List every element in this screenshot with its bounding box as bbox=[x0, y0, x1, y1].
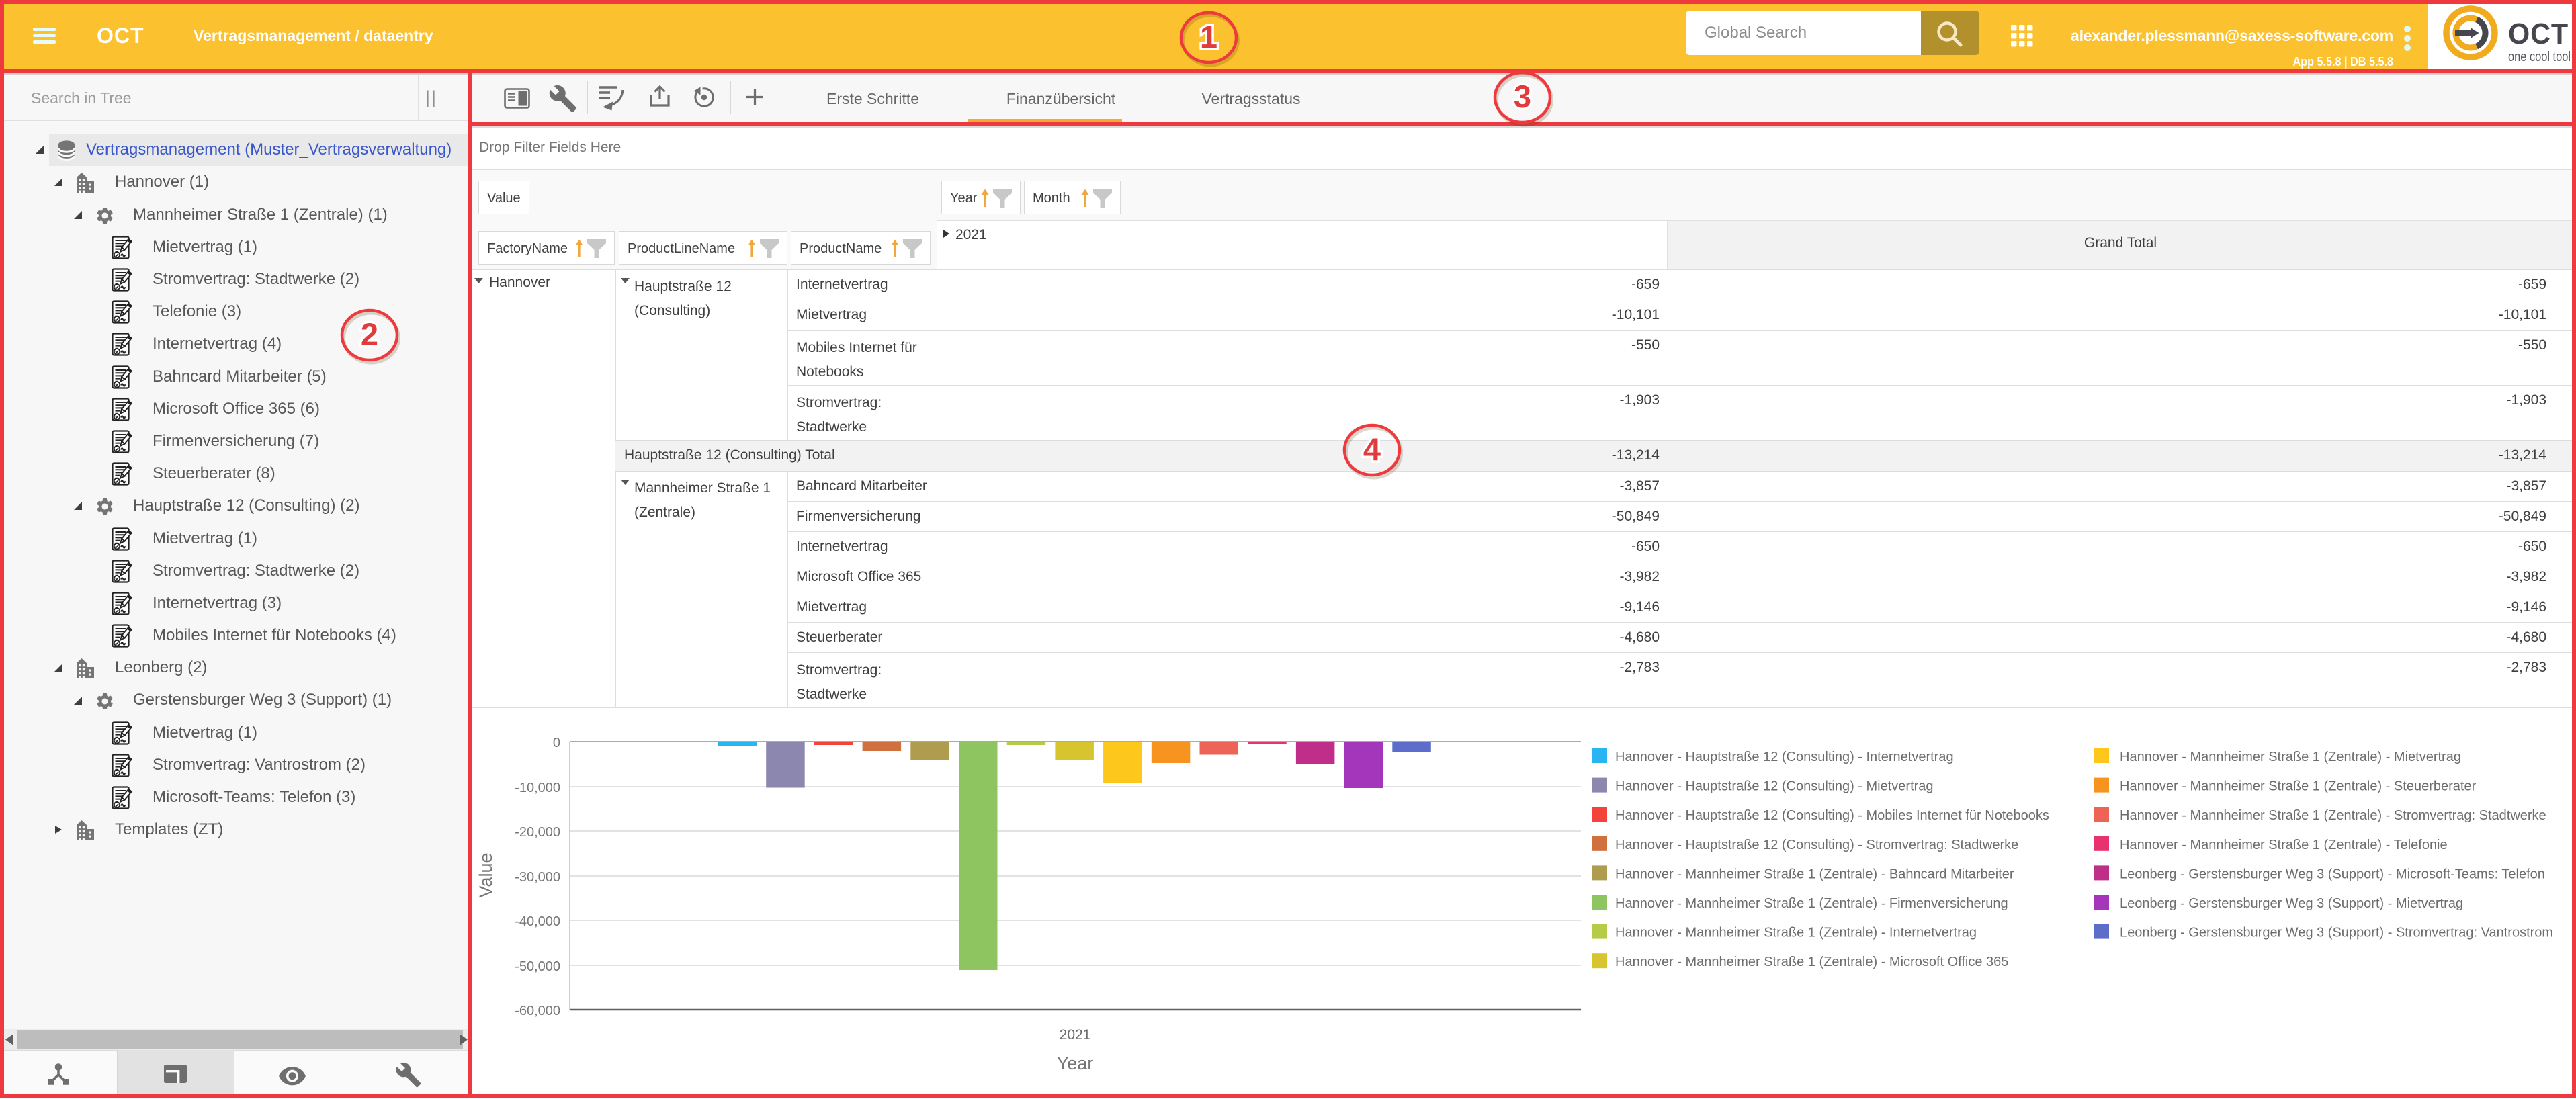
svg-text:Hannover - Mannheimer Straße 1: Hannover - Mannheimer Straße 1 (Zentrale… bbox=[1615, 926, 1977, 940]
svg-text:Year: Year bbox=[1057, 1053, 1094, 1073]
svg-text:Hannover - Mannheimer Straße 1: Hannover - Mannheimer Straße 1 (Zentrale… bbox=[1615, 867, 2014, 881]
svg-text:-20,000: -20,000 bbox=[515, 825, 560, 840]
svg-text:2: 2 bbox=[361, 316, 378, 352]
svg-text:3: 3 bbox=[1514, 79, 1531, 114]
svg-text:Hannover - Mannheimer Straße 1: Hannover - Mannheimer Straße 1 (Zentrale… bbox=[2120, 750, 2461, 764]
svg-text:0: 0 bbox=[553, 736, 560, 750]
svg-text:4: 4 bbox=[1363, 431, 1381, 467]
svg-text:Leonberg - Gerstensburger Weg: Leonberg - Gerstensburger Weg 3 (Support… bbox=[2120, 896, 2463, 911]
svg-text:2021: 2021 bbox=[1060, 1027, 1091, 1043]
svg-text:-50,000: -50,000 bbox=[515, 959, 560, 974]
svg-text:Hannover - Hauptstraße 12 (Con: Hannover - Hauptstraße 12 (Consulting) -… bbox=[1615, 838, 2018, 852]
svg-text:Hannover - Mannheimer Straße 1: Hannover - Mannheimer Straße 1 (Zentrale… bbox=[1615, 896, 2008, 911]
svg-text:Value: Value bbox=[476, 852, 496, 897]
svg-text:Leonberg - Gerstensburger Weg: Leonberg - Gerstensburger Weg 3 (Support… bbox=[2120, 867, 2545, 881]
svg-text:Hannover - Hauptstraße 12 (Con: Hannover - Hauptstraße 12 (Consulting) -… bbox=[1615, 779, 1934, 794]
svg-text:-60,000: -60,000 bbox=[515, 1004, 560, 1018]
svg-text:1: 1 bbox=[1200, 19, 1217, 54]
svg-text:Hannover - Mannheimer Straße 1: Hannover - Mannheimer Straße 1 (Zentrale… bbox=[2120, 838, 2448, 852]
svg-text:Hannover - Mannheimer Straße 1: Hannover - Mannheimer Straße 1 (Zentrale… bbox=[2120, 808, 2546, 823]
svg-text:Hannover - Mannheimer Straße 1: Hannover - Mannheimer Straße 1 (Zentrale… bbox=[2120, 779, 2477, 794]
svg-text:Hannover - Hauptstraße 12 (Con: Hannover - Hauptstraße 12 (Consulting) -… bbox=[1615, 750, 1954, 764]
svg-text:Hannover - Mannheimer Straße 1: Hannover - Mannheimer Straße 1 (Zentrale… bbox=[1615, 955, 2008, 969]
svg-text:Leonberg - Gerstensburger Weg: Leonberg - Gerstensburger Weg 3 (Support… bbox=[2120, 926, 2553, 940]
svg-text:-30,000: -30,000 bbox=[515, 870, 560, 885]
svg-text:Hannover - Hauptstraße 12 (Con: Hannover - Hauptstraße 12 (Consulting) -… bbox=[1615, 808, 2049, 823]
svg-text:-10,000: -10,000 bbox=[515, 781, 560, 795]
svg-text:-40,000: -40,000 bbox=[515, 914, 560, 929]
